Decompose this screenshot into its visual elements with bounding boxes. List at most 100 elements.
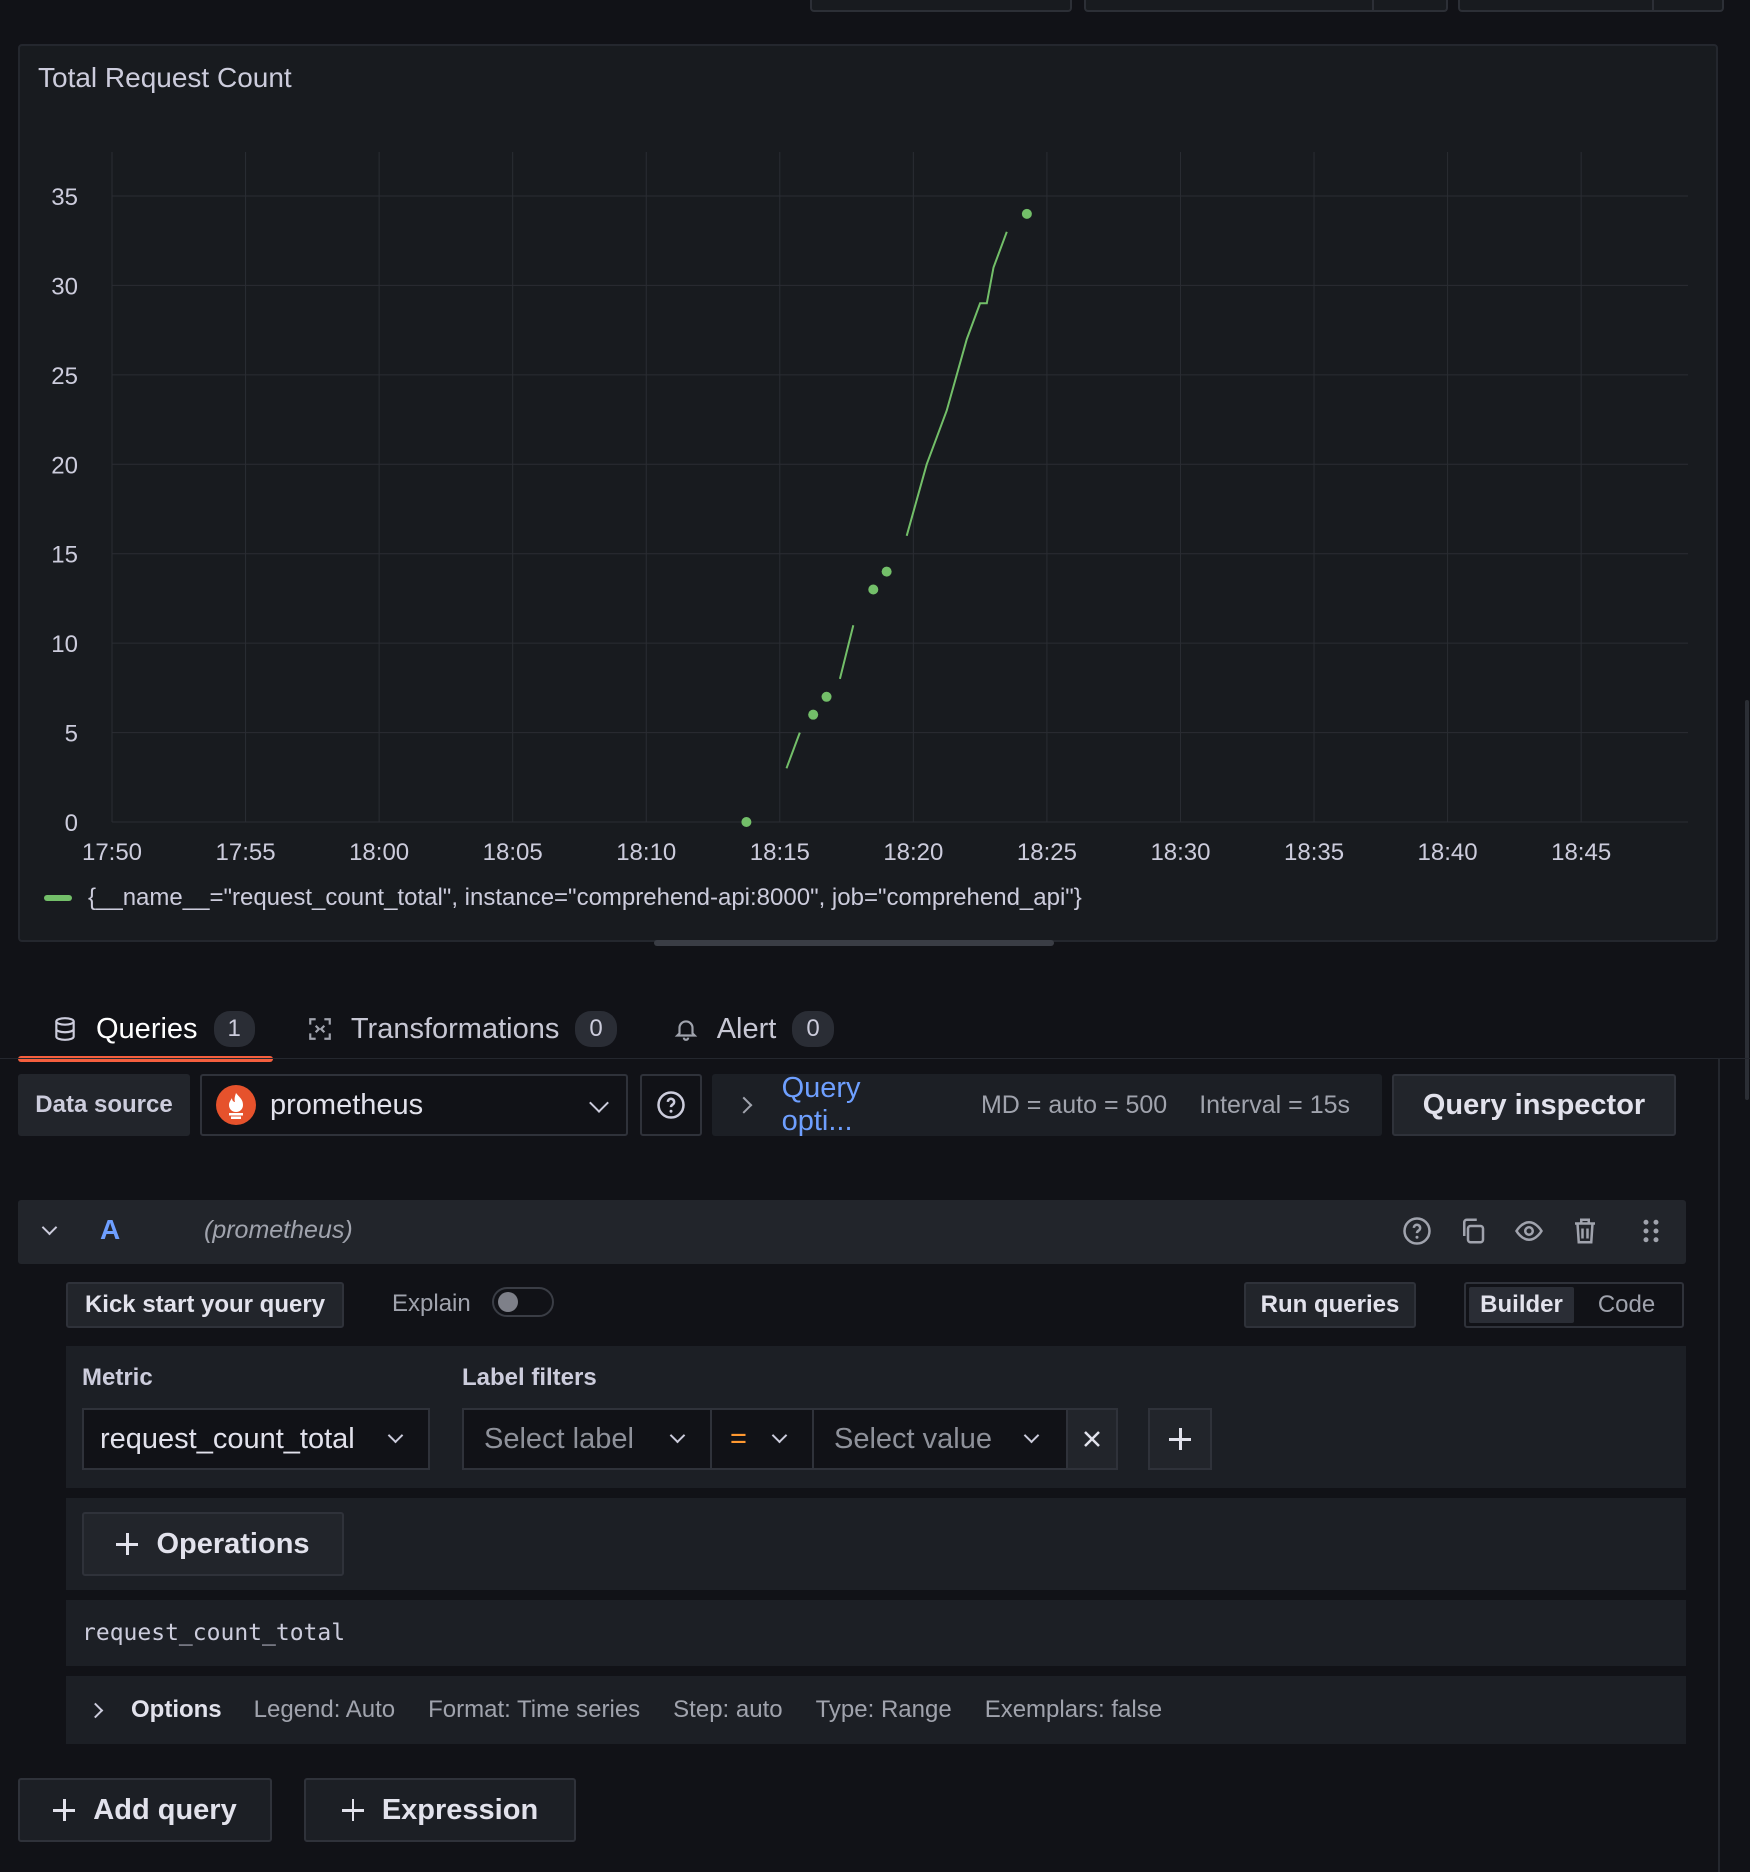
- series-line: [905, 231, 1008, 537]
- trash-icon[interactable]: [1570, 1216, 1600, 1246]
- editor-tabs: Queries 1 Transformations 0 Alert 0: [18, 1000, 852, 1062]
- datasource-help-button[interactable]: [640, 1074, 702, 1136]
- tabs-divider: [0, 1058, 1750, 1059]
- metric-label: Metric: [82, 1364, 153, 1391]
- kickstart-button[interactable]: Kick start your query: [66, 1282, 344, 1328]
- remove-filter-button[interactable]: [1066, 1408, 1118, 1470]
- interval-info: Interval = 15s: [1199, 1090, 1350, 1119]
- x-tick-label: 18:45: [1551, 839, 1611, 866]
- add-expression-button[interactable]: Expression: [304, 1778, 576, 1842]
- y-tick-label: 0: [65, 810, 78, 837]
- data-point: [1021, 208, 1032, 219]
- page-scrollbar[interactable]: [1745, 700, 1749, 1100]
- query-options-bar[interactable]: Query opti... MD = auto = 500 Interval =…: [712, 1072, 1382, 1138]
- x-tick-label: 18:40: [1418, 839, 1478, 866]
- operations-section: Operations: [66, 1498, 1686, 1590]
- plus-icon: [1169, 1428, 1191, 1450]
- query-row-header: A (prometheus): [18, 1200, 1686, 1264]
- tab-transformations-label: Transformations: [350, 1012, 560, 1045]
- data-point: [868, 584, 879, 595]
- query-datasource-name: (prometheus): [204, 1216, 353, 1244]
- y-tick-label: 5: [65, 721, 78, 748]
- metric-value: request_count_total: [100, 1422, 355, 1455]
- query-inspector-button[interactable]: Query inspector: [1392, 1074, 1676, 1136]
- y-tick-label: 10: [51, 631, 78, 658]
- tab-alert-count: 0: [792, 1011, 834, 1047]
- y-tick-label: 20: [51, 452, 78, 479]
- data-point: [808, 709, 819, 720]
- label-filters-label: Label filters: [462, 1364, 597, 1391]
- query-builder: Metric Label filters request_count_total…: [66, 1346, 1686, 1488]
- legend-label: {__name__="request_count_total", instanc…: [88, 884, 1082, 911]
- metric-select[interactable]: request_count_total: [82, 1408, 430, 1470]
- tab-transformations[interactable]: Transformations 0: [273, 1000, 635, 1058]
- explain-toggle[interactable]: [492, 1287, 554, 1317]
- chart-legend[interactable]: {__name__="request_count_total", instanc…: [44, 884, 1082, 912]
- tab-transformations-count: 0: [575, 1011, 617, 1047]
- help-icon[interactable]: [1402, 1216, 1432, 1246]
- help-icon: [657, 1091, 685, 1119]
- close-icon: [1084, 1431, 1100, 1447]
- x-tick-label: 17:50: [82, 839, 142, 866]
- run-queries-button[interactable]: Run queries: [1244, 1282, 1416, 1328]
- tab-queries-count: 1: [213, 1011, 255, 1047]
- add-filter-button[interactable]: [1148, 1408, 1212, 1470]
- option-legend: Legend: Auto: [253, 1696, 396, 1723]
- expression-label: Expression: [381, 1793, 539, 1826]
- zoom-control-stub[interactable]: [1084, 0, 1448, 12]
- query-options-link[interactable]: Query opti...: [782, 1072, 933, 1138]
- database-icon: [55, 1017, 75, 1041]
- query-ref-id[interactable]: A: [100, 1214, 120, 1246]
- time-series-chart: 0 5 10 15 20 25 30 35 17:50 17:55 18:00 18:05 18:10 1…: [51, 152, 1688, 866]
- collapse-chevron-icon[interactable]: [41, 1219, 58, 1236]
- refresh-control-stub[interactable]: [1458, 0, 1724, 12]
- chart-panel: Total Request Count 0 5 10 15 20 25 30 35 17:50 1…: [18, 44, 1718, 946]
- duplicate-icon[interactable]: [1458, 1216, 1488, 1246]
- value-select[interactable]: Select value: [812, 1408, 1068, 1470]
- value-select-placeholder: Select value: [834, 1422, 992, 1455]
- transform-icon: [309, 1018, 331, 1040]
- operator-select[interactable]: =: [710, 1408, 814, 1470]
- drag-handle-icon[interactable]: [1636, 1216, 1666, 1246]
- time-picker-stub[interactable]: [810, 0, 1072, 12]
- operations-label: Operations: [156, 1527, 310, 1560]
- datasource-value: prometheus: [270, 1088, 424, 1121]
- tab-alert-label: Alert: [716, 1012, 777, 1045]
- y-tick-label: 30: [51, 273, 78, 300]
- series-line: [838, 625, 855, 680]
- x-tick-label: 18:30: [1150, 839, 1210, 866]
- x-tick-label: 18:00: [349, 839, 409, 866]
- plus-icon: [116, 1533, 139, 1555]
- promql-preview: request_count_total: [66, 1600, 1686, 1666]
- chevron-down-icon: [771, 1427, 788, 1444]
- tab-queries[interactable]: Queries 1: [18, 1000, 273, 1062]
- add-query-button[interactable]: Add query: [18, 1778, 272, 1842]
- add-query-label: Add query: [93, 1793, 237, 1826]
- chevron-down-icon: [589, 1093, 609, 1113]
- eye-icon[interactable]: [1514, 1216, 1544, 1246]
- x-tick-label: 18:05: [483, 839, 543, 866]
- mode-code-button[interactable]: Code: [1574, 1287, 1679, 1323]
- tab-queries-label: Queries: [96, 1012, 198, 1045]
- x-tick-label: 18:35: [1284, 839, 1344, 866]
- label-select[interactable]: Select label: [462, 1408, 712, 1470]
- y-tick-label: 25: [51, 363, 78, 390]
- tab-alert[interactable]: Alert 0: [635, 1000, 852, 1058]
- option-exemplars: Exemplars: false: [984, 1696, 1163, 1723]
- option-format: Format: Time series: [428, 1696, 641, 1723]
- explain-label: Explain: [392, 1290, 471, 1317]
- x-tick-label: 18:25: [1017, 839, 1077, 866]
- operator-value: =: [730, 1422, 747, 1455]
- datasource-picker[interactable]: prometheus: [200, 1074, 628, 1136]
- add-operations-button[interactable]: Operations: [82, 1512, 344, 1576]
- x-tick-label: 18:20: [883, 839, 943, 866]
- y-tick-label: 35: [51, 184, 78, 211]
- panel-resize-handle[interactable]: [654, 940, 1054, 946]
- option-type: Type: Range: [815, 1696, 952, 1723]
- toggle-knob: [498, 1292, 518, 1312]
- editor-right-border: [1718, 1058, 1720, 1872]
- label-select-placeholder: Select label: [484, 1422, 634, 1455]
- mode-builder-button[interactable]: Builder: [1469, 1287, 1574, 1323]
- query-options-row[interactable]: Options Legend: Auto Format: Time series…: [66, 1676, 1686, 1744]
- chevron-down-icon: [669, 1427, 686, 1444]
